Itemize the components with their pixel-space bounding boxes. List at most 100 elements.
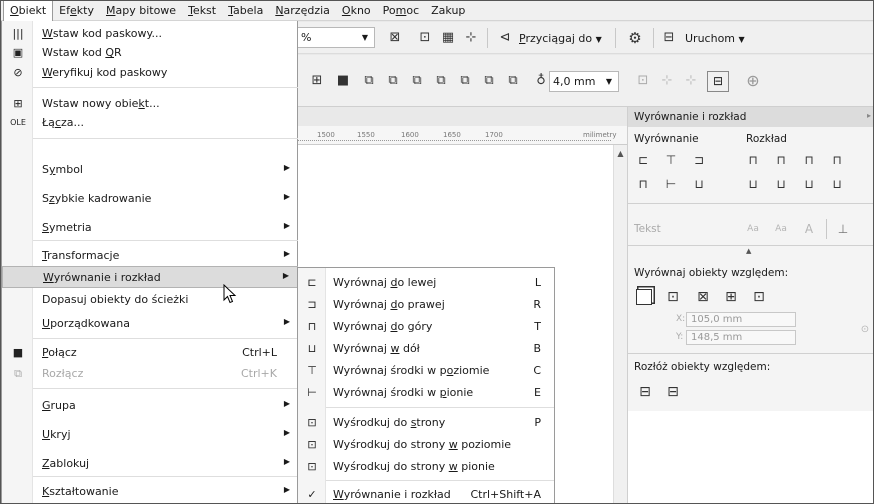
- launch-dropdown[interactable]: Uruchom ▼: [685, 32, 745, 45]
- menu-object[interactable]: Obiekt: [3, 1, 54, 21]
- menu-item-fit-to-path[interactable]: Dopasuj obiekty do ścieżki: [2, 289, 298, 311]
- menu-bitmaps[interactable]: Mapy bitowe: [100, 1, 182, 21]
- show-rulers-icon[interactable]: ⊡: [415, 28, 435, 48]
- menu-item-symmetry[interactable]: Symetria ▶: [2, 217, 298, 239]
- active-objects-icon[interactable]: [636, 289, 652, 305]
- submenu-item-align-top[interactable]: ⊓ Wyrównaj do góry T: [298, 316, 554, 338]
- distribute-vspacing-icon[interactable]: ⊔: [828, 175, 846, 193]
- distribute-bottom-icon[interactable]: ⊔: [800, 175, 818, 193]
- standard-toolbar: % ▼ ⊠ ⊡ ▦ ⊹ ⊲ Przyciągaj do ▼ ⚙ ⊟ Urucho…: [297, 22, 873, 54]
- show-guidelines-icon[interactable]: ⊹: [461, 28, 481, 48]
- ruler-tick: 1650: [443, 131, 461, 139]
- menu-item-hide[interactable]: Ukryj ▶: [2, 424, 298, 446]
- snap-icon[interactable]: ⊲: [495, 28, 515, 48]
- distribute-left-icon[interactable]: ⊓: [744, 151, 762, 169]
- y-label: Y:: [676, 332, 684, 342]
- menu-item-group[interactable]: Grupa ▶: [2, 395, 298, 417]
- distribute-right-icon[interactable]: ⊓: [800, 151, 818, 169]
- align-left-icon[interactable]: ⊏: [634, 151, 652, 169]
- menu-item-insert-qr[interactable]: ▣ Wstaw kod QR: [2, 42, 298, 64]
- snap-to-dropdown[interactable]: Przyciągaj do ▼: [519, 32, 602, 45]
- menu-item-break-apart[interactable]: ⧉ Rozłącz Ctrl+K: [2, 363, 298, 385]
- quick-customize-icon[interactable]: ⊡: [633, 71, 653, 91]
- add-icon[interactable]: ⊕: [743, 71, 763, 91]
- order-icon[interactable]: ■: [333, 71, 353, 91]
- submenu-item-center-page-v[interactable]: ⊡ Wyśrodkuj do strony w pionie: [298, 456, 554, 478]
- menu-help[interactable]: Pomoc: [377, 1, 425, 21]
- launch-icon[interactable]: ⊟: [659, 28, 679, 48]
- x-label: X:: [676, 314, 686, 324]
- menu-item-powerclip[interactable]: Szybkie kadrowanie ▶: [2, 188, 298, 210]
- boundary-icon[interactable]: ⧉: [503, 71, 523, 91]
- menu-item-align-distribute[interactable]: Wyrównanie i rozkład ▶: [2, 266, 298, 288]
- page-edge-dots: [297, 140, 611, 141]
- distribute-vcenter-icon[interactable]: ⊔: [772, 175, 790, 193]
- menu-item-symbol[interactable]: Symbol ▶: [2, 159, 298, 181]
- submenu-item-align-bottom[interactable]: ⊔ Wyrównaj w dół B: [298, 338, 554, 360]
- trim-icon[interactable]: ⧉: [383, 71, 403, 91]
- selection-extent-icon[interactable]: ⊟: [636, 383, 654, 401]
- chevron-down-icon[interactable]: ▼: [356, 28, 374, 47]
- distribute-top-icon[interactable]: ⊔: [744, 175, 762, 193]
- page-edge-icon[interactable]: ⊡: [664, 288, 682, 306]
- collapse-up-icon[interactable]: ▲: [746, 247, 751, 255]
- ruler-tick: 1600: [401, 131, 419, 139]
- x-position-input[interactable]: 105,0 mm: [686, 312, 796, 327]
- pick-point-icon[interactable]: ⊙: [856, 321, 873, 339]
- front-minus-back-icon[interactable]: ⧉: [455, 71, 475, 91]
- submenu-item-center-page[interactable]: ⊡ Wyśrodkuj do strony P: [298, 412, 554, 434]
- intersect-icon[interactable]: ⧉: [407, 71, 427, 91]
- menu-item-transformations[interactable]: Transformacje ▶: [2, 245, 298, 267]
- menu-buy[interactable]: Zakup: [425, 1, 471, 21]
- frame-icon[interactable]: ⊟: [707, 71, 729, 92]
- toolbar-divider: [653, 28, 654, 48]
- menu-item-verify-barcode[interactable]: ⊘ Weryfikuj kod paskowy: [2, 62, 298, 84]
- align-top-icon[interactable]: ⊓: [634, 175, 652, 193]
- center-page-v-icon: ⊡: [307, 460, 317, 473]
- y-position-input[interactable]: 148,5 mm: [686, 330, 796, 345]
- zoom-combo[interactable]: % ▼: [297, 27, 375, 48]
- page-center-icon[interactable]: ⊠: [694, 288, 712, 306]
- docker-expand-icon[interactable]: ▸: [867, 111, 871, 120]
- weld-icon[interactable]: ⧉: [359, 71, 379, 91]
- vertical-scrollbar[interactable]: ▲: [613, 145, 627, 503]
- align-right-icon[interactable]: ⊐: [690, 151, 708, 169]
- simplify-icon[interactable]: ⧉: [431, 71, 451, 91]
- align-bottom-icon[interactable]: ⊔: [690, 175, 708, 193]
- outline-width-combo[interactable]: 4,0 mm ▼: [549, 71, 619, 92]
- submenu-arrow-icon: ▶: [283, 221, 290, 230]
- menu-effects[interactable]: Efekty: [53, 1, 100, 21]
- align-hcenter-icon[interactable]: ⊤: [662, 151, 680, 169]
- menu-tools[interactable]: Narzędzia: [269, 1, 336, 21]
- submenu-item-align-hcenter[interactable]: ⊤ Wyrównaj środki w poziomie C: [298, 360, 554, 382]
- menu-item-order[interactable]: Uporządkowana ▶: [2, 313, 298, 335]
- menu-item-combine[interactable]: ■ Połącz Ctrl+L: [2, 342, 298, 364]
- back-minus-front-icon[interactable]: ⧉: [479, 71, 499, 91]
- menu-window[interactable]: Okno: [336, 1, 377, 21]
- options-gear-icon[interactable]: ⚙: [625, 28, 645, 48]
- chevron-down-icon[interactable]: ▼: [600, 72, 618, 91]
- submenu-item-center-page-h[interactable]: ⊡ Wyśrodkuj do strony w poziomie: [298, 434, 554, 456]
- align-vcenter-icon[interactable]: ⊢: [662, 175, 680, 193]
- show-grid-icon[interactable]: ▦: [438, 28, 458, 48]
- align-right-icon: ⊐: [307, 298, 317, 311]
- divider: [628, 203, 873, 204]
- distribute-spacing-icon[interactable]: ⊓: [828, 151, 846, 169]
- menu-item-links[interactable]: OLE Łącza...: [2, 112, 298, 134]
- menu-item-lock[interactable]: Zablokuj ▶: [2, 453, 298, 475]
- submenu-item-align-docker[interactable]: ✓ Wyrównanie i rozkład Ctrl+Shift+A: [298, 484, 554, 503]
- scroll-up-icon[interactable]: ▲: [614, 149, 627, 158]
- specified-point-icon[interactable]: ⊡: [750, 288, 768, 306]
- submenu-item-align-right[interactable]: ⊐ Wyrównaj do prawej R: [298, 294, 554, 316]
- submenu-item-align-vcenter[interactable]: ⊢ Wyrównaj środki w pionie E: [298, 382, 554, 404]
- grid-icon[interactable]: ⊞: [722, 288, 740, 306]
- outline-pen-icon[interactable]: ♁: [531, 71, 551, 91]
- submenu-item-align-left[interactable]: ⊏ Wyrównaj do lewej L: [298, 272, 554, 294]
- menu-item-shaping[interactable]: Kształtowanie ▶: [2, 481, 298, 503]
- menu-text[interactable]: Tekst: [182, 1, 222, 21]
- menu-table[interactable]: Tabela: [222, 1, 269, 21]
- full-screen-icon[interactable]: ⊠: [385, 28, 405, 48]
- align-distribute-icon[interactable]: ⊞: [307, 71, 327, 91]
- page-extent-icon[interactable]: ⊟: [664, 383, 682, 401]
- distribute-center-icon[interactable]: ⊓: [772, 151, 790, 169]
